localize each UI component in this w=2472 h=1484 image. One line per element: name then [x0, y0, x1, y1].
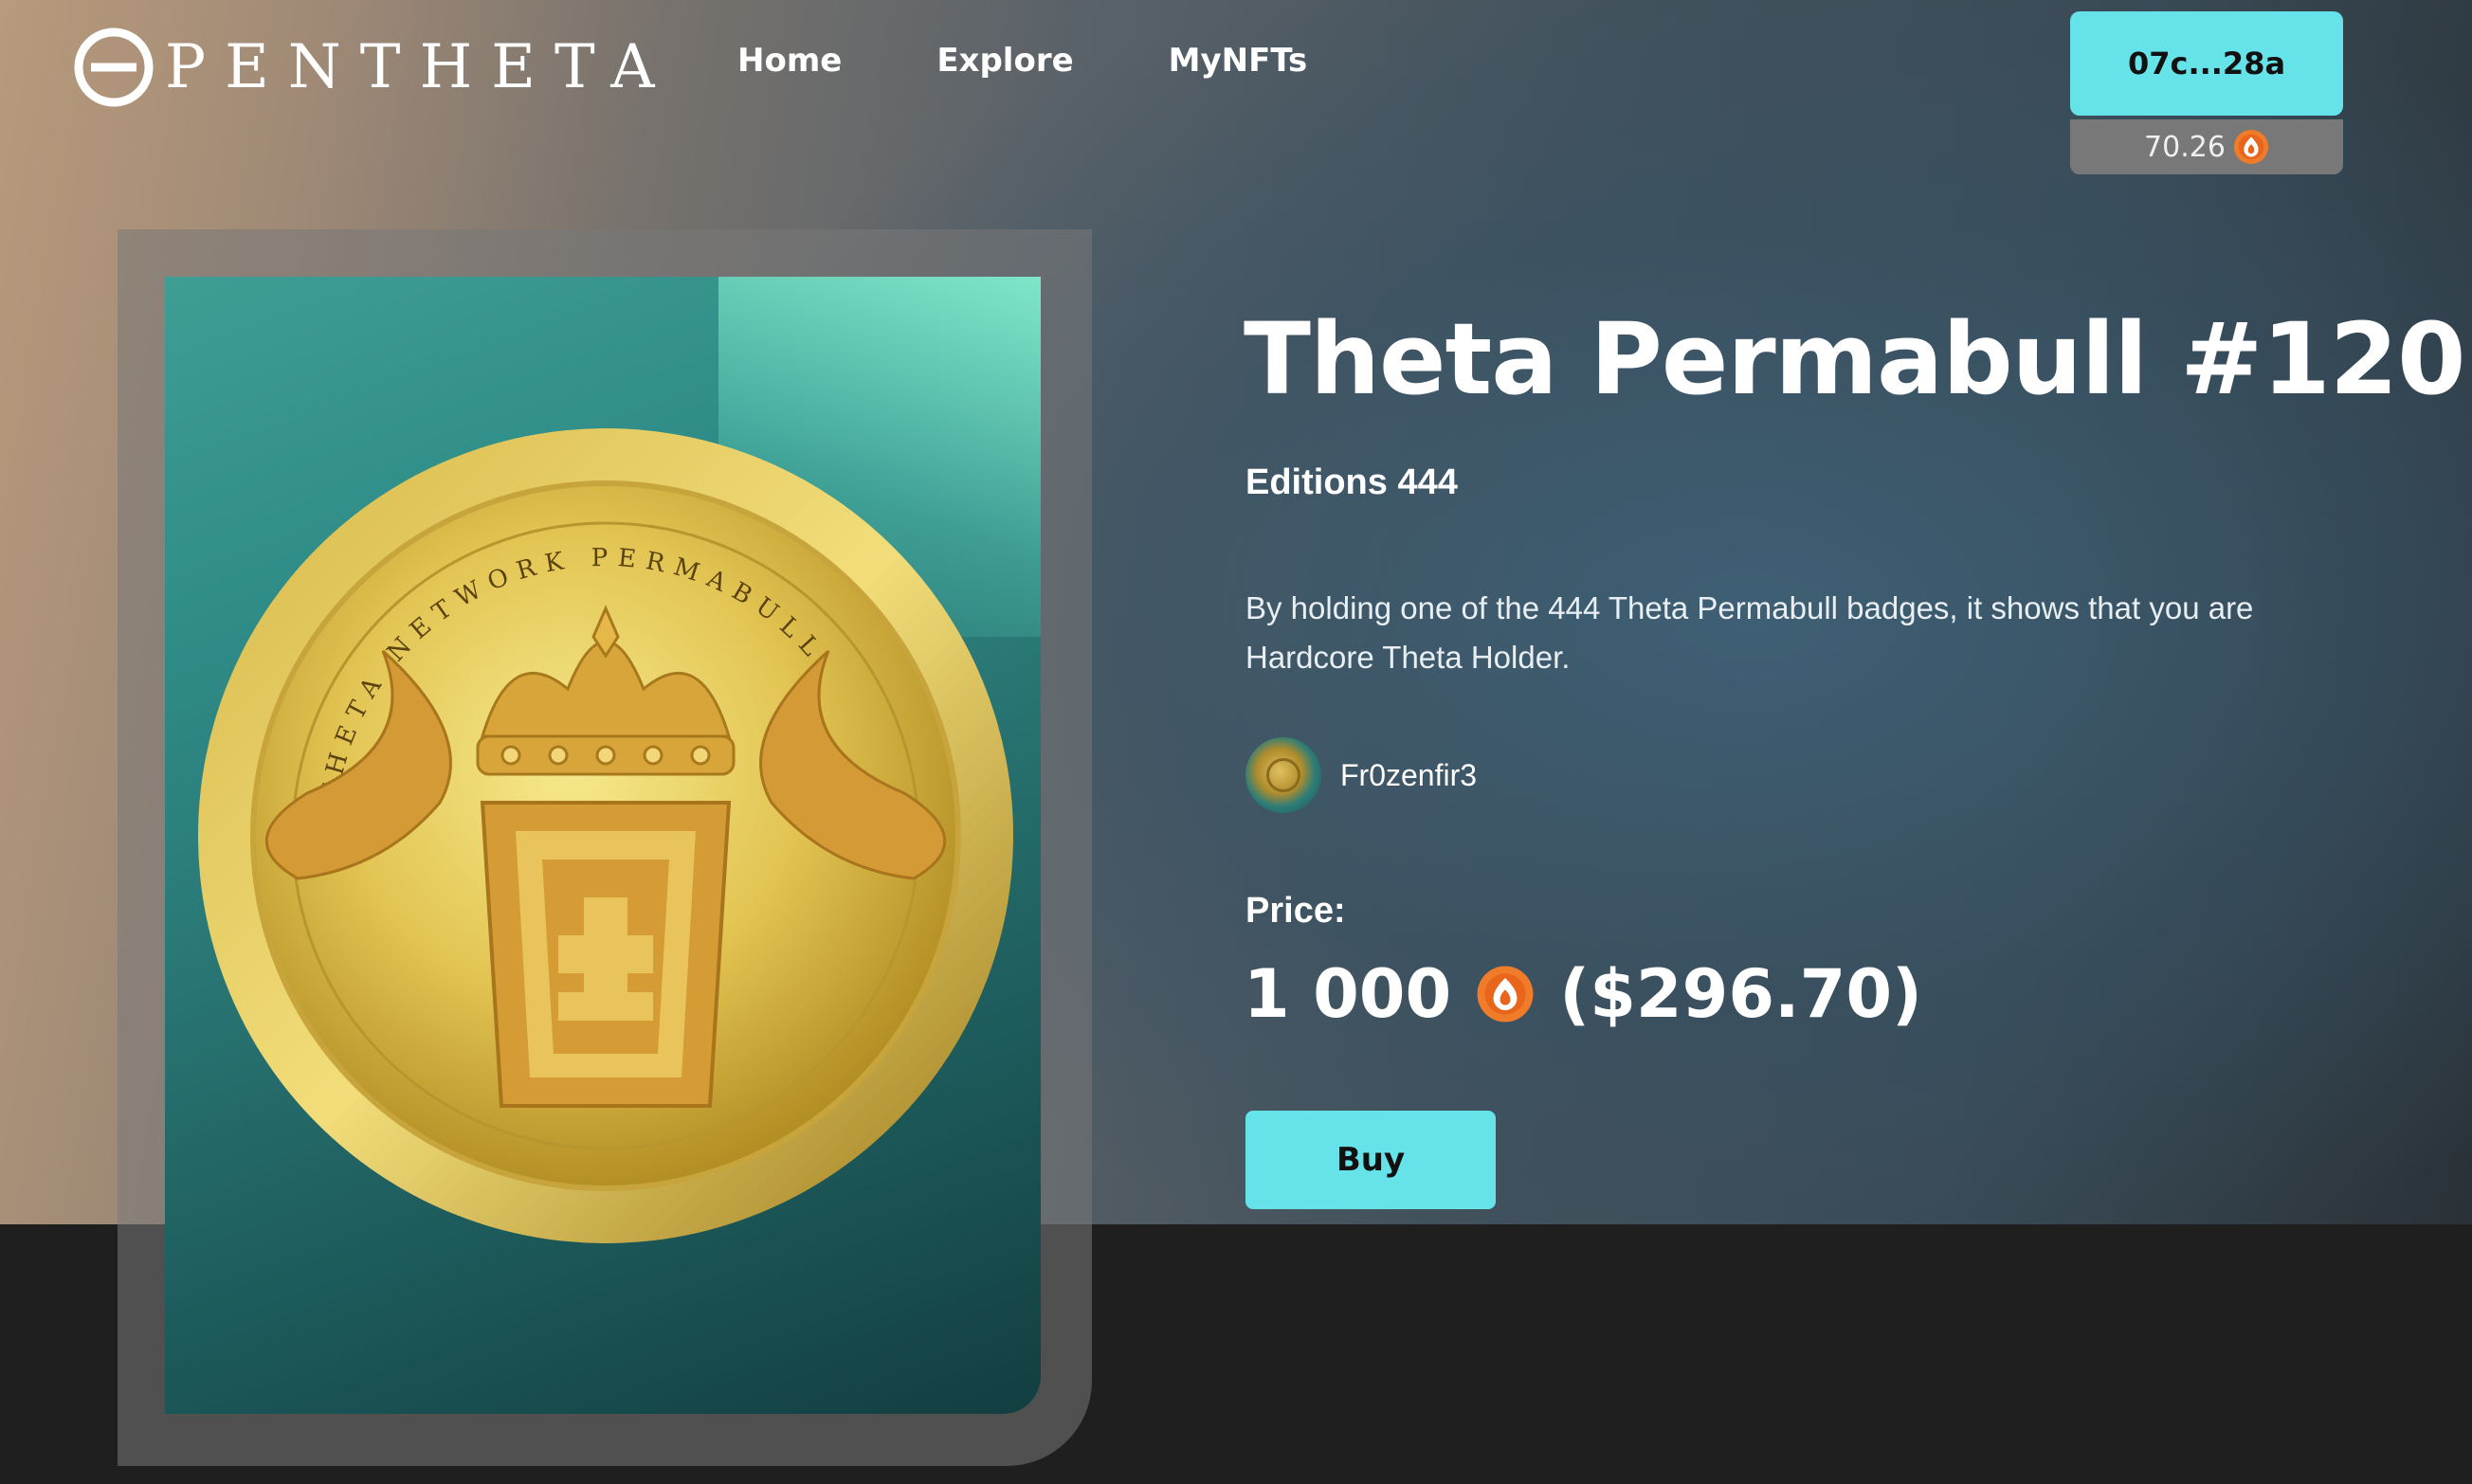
logo-text: PENTHETA — [165, 32, 674, 102]
wallet-balance-value: 70.26 — [2144, 130, 2226, 164]
nav-home[interactable]: Home — [737, 42, 842, 80]
creator-link[interactable]: Fr0zenfir3 — [1245, 737, 1477, 813]
nft-title: Theta Permabull #120 — [1244, 301, 2465, 417]
nft-description: By holding one of the 444 Theta Permabul… — [1245, 590, 2254, 675]
price-row: 1 000 ($296.70) — [1244, 955, 1922, 1033]
creator-avatar — [1245, 737, 1321, 813]
buy-button[interactable]: Buy — [1245, 1111, 1496, 1209]
nft-image[interactable]: THETA NETWORK PERMABULL — [165, 277, 1041, 1414]
permabull-coin-image: THETA NETWORK PERMABULL — [198, 428, 1013, 1243]
pentheta-logo[interactable]: PENTHETA — [72, 25, 673, 110]
wallet-balance: 70.26 — [2070, 119, 2343, 174]
main-nav: Home Explore MyNFTs — [737, 42, 1402, 80]
tfuel-icon — [1477, 966, 1534, 1023]
wallet-address-button[interactable]: 07c...28a — [2070, 11, 2343, 116]
nft-editions: Editions 444 — [1245, 462, 1458, 502]
price-label: Price: — [1245, 891, 1346, 931]
theta-logo-icon — [74, 27, 154, 107]
nav-mynfts[interactable]: MyNFTs — [1169, 42, 1308, 80]
nav-explore[interactable]: Explore — [936, 42, 1073, 80]
price-amount: 1 000 — [1244, 955, 1452, 1033]
creator-name: Fr0zenfir3 — [1340, 757, 1478, 792]
tfuel-icon — [2233, 129, 2268, 165]
price-usd: ($296.70) — [1559, 955, 1923, 1033]
